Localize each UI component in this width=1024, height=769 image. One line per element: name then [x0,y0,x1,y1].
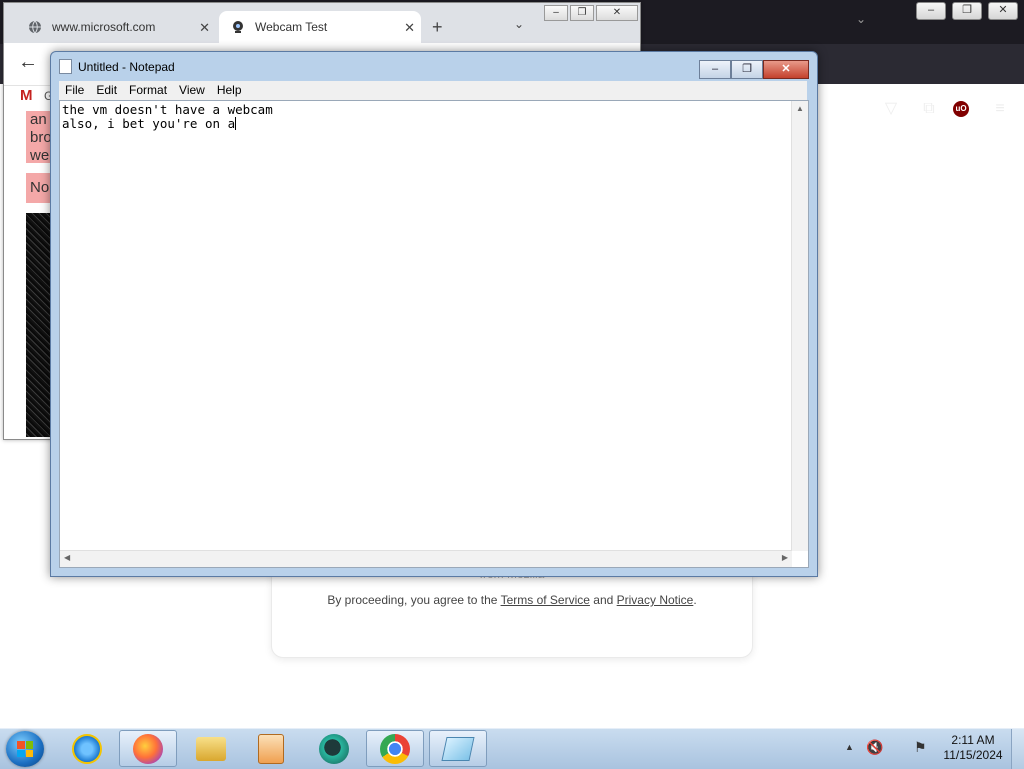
notepad-window: Untitled - Notepad – ❐ ✕ File Edit Forma… [50,51,818,577]
app-icon [319,733,349,764]
clock-time: 2:11 AM [951,733,995,747]
internet-explorer-icon [72,733,102,764]
taskbar-file-explorer[interactable] [182,730,240,767]
menu-format[interactable]: Format [123,81,173,100]
menu-help[interactable]: Help [211,81,248,100]
notepad-menubar: File Edit Format View Help [59,81,807,100]
menu-edit[interactable]: Edit [90,81,123,100]
terms-prefix: By proceeding, you agree to the [327,593,498,607]
text-line-2: also, i bet you're on a [62,116,236,131]
document-text: the vm doesn't have a webcam also, i bet… [62,103,273,131]
tab-microsoft[interactable]: www.microsoft.com ✕ [16,11,216,43]
tab-search-dropdown[interactable]: ⌄ [514,17,524,31]
ublock-button[interactable]: uO [953,98,975,120]
tab-title: Webcam Test [255,20,328,34]
terms-period: . [693,593,697,607]
globe-icon [29,20,41,34]
menu-view[interactable]: View [173,81,211,100]
file-explorer-icon [196,736,226,761]
firefox-window-controls: – ❐ ✕ [916,2,1018,20]
notepad-text-area[interactable]: the vm doesn't have a webcam also, i bet… [59,100,809,568]
chrome-window-controls: – ❐ ✕ [544,5,638,21]
vertical-scrollbar[interactable]: ▲ [791,101,808,551]
minimize-button[interactable]: – [916,2,946,20]
maximize-button[interactable]: ❐ [731,60,763,79]
chrome-icon [380,733,410,764]
privacy-notice-link[interactable]: Privacy Notice [617,593,694,607]
taskbar-internet-explorer[interactable] [58,730,116,767]
chevron-down-icon[interactable]: ⌄ [856,12,866,26]
windows-logo-icon [17,741,33,757]
terms-notice: By proceeding, you agree to the Terms of… [272,593,752,607]
notepad-titlebar: Untitled - Notepad [59,59,175,74]
new-tab-button[interactable]: + [432,17,443,38]
taskbar-media-player[interactable] [242,730,300,767]
menu-file[interactable]: File [59,81,90,100]
webcam-icon [233,21,243,33]
close-tab-icon[interactable]: ✕ [404,20,415,36]
restore-button[interactable]: ❐ [570,5,594,21]
taskbar-chrome[interactable] [366,730,424,767]
chrome-tabstrip: www.microsoft.com ✕ Webcam Test ✕ + ⌄ – … [4,3,640,43]
pocket-icon[interactable]: ▽ [880,98,902,120]
system-clock[interactable]: 2:11 AM 11/15/2024 [940,733,1006,763]
back-arrow-icon[interactable]: ← [18,51,38,74]
gmail-icon[interactable]: M [20,87,33,104]
scroll-up-arrow-icon[interactable]: ▲ [792,104,808,113]
action-center-flag-icon[interactable]: ⚑ [914,739,927,756]
taskbar: ▲ 🔇 ⚑ 2:11 AM 11/15/2024 [0,728,1024,769]
notepad-window-controls: – ❐ ✕ [699,60,809,79]
tab-title: www.microsoft.com [52,20,156,34]
close-tab-icon[interactable]: ✕ [199,20,210,36]
notepad-icon [59,59,72,74]
minimize-button[interactable]: – [544,5,568,21]
show-desktop-button[interactable] [1011,729,1024,769]
close-button[interactable]: ✕ [596,5,638,21]
ublock-icon: uO [953,101,969,117]
extensions-icon[interactable]: ⧉ [918,98,940,120]
horizontal-scrollbar[interactable]: ◀ ▶ [60,550,792,567]
text-caret [235,117,237,130]
window-title: Untitled - Notepad [78,59,175,74]
media-player-icon [258,733,284,764]
scroll-left-arrow-icon[interactable]: ◀ [64,553,70,562]
restore-button[interactable]: ❐ [952,2,982,20]
firefox-icon [133,733,163,764]
minimize-button[interactable]: – [699,60,731,79]
taskbar-notepad[interactable] [429,730,487,767]
terms-of-service-link[interactable]: Terms of Service [501,593,590,607]
terms-and: and [593,593,614,607]
taskbar-app[interactable] [305,730,363,767]
speaker-muted-icon[interactable]: 🔇 [866,739,883,756]
taskbar-firefox[interactable] [119,730,177,767]
scroll-right-arrow-icon[interactable]: ▶ [782,553,788,562]
close-button[interactable]: ✕ [763,60,809,79]
tab-webcam-test[interactable]: Webcam Test ✕ [219,11,421,43]
text-line-1: the vm doesn't have a webcam [62,102,273,117]
clock-date: 11/15/2024 [943,748,1003,762]
menu-icon[interactable]: ≡ [989,98,1011,120]
close-button[interactable]: ✕ [988,2,1018,20]
notepad-icon [441,736,475,761]
show-hidden-icons-icon[interactable]: ▲ [845,742,854,752]
start-button[interactable] [6,731,44,767]
